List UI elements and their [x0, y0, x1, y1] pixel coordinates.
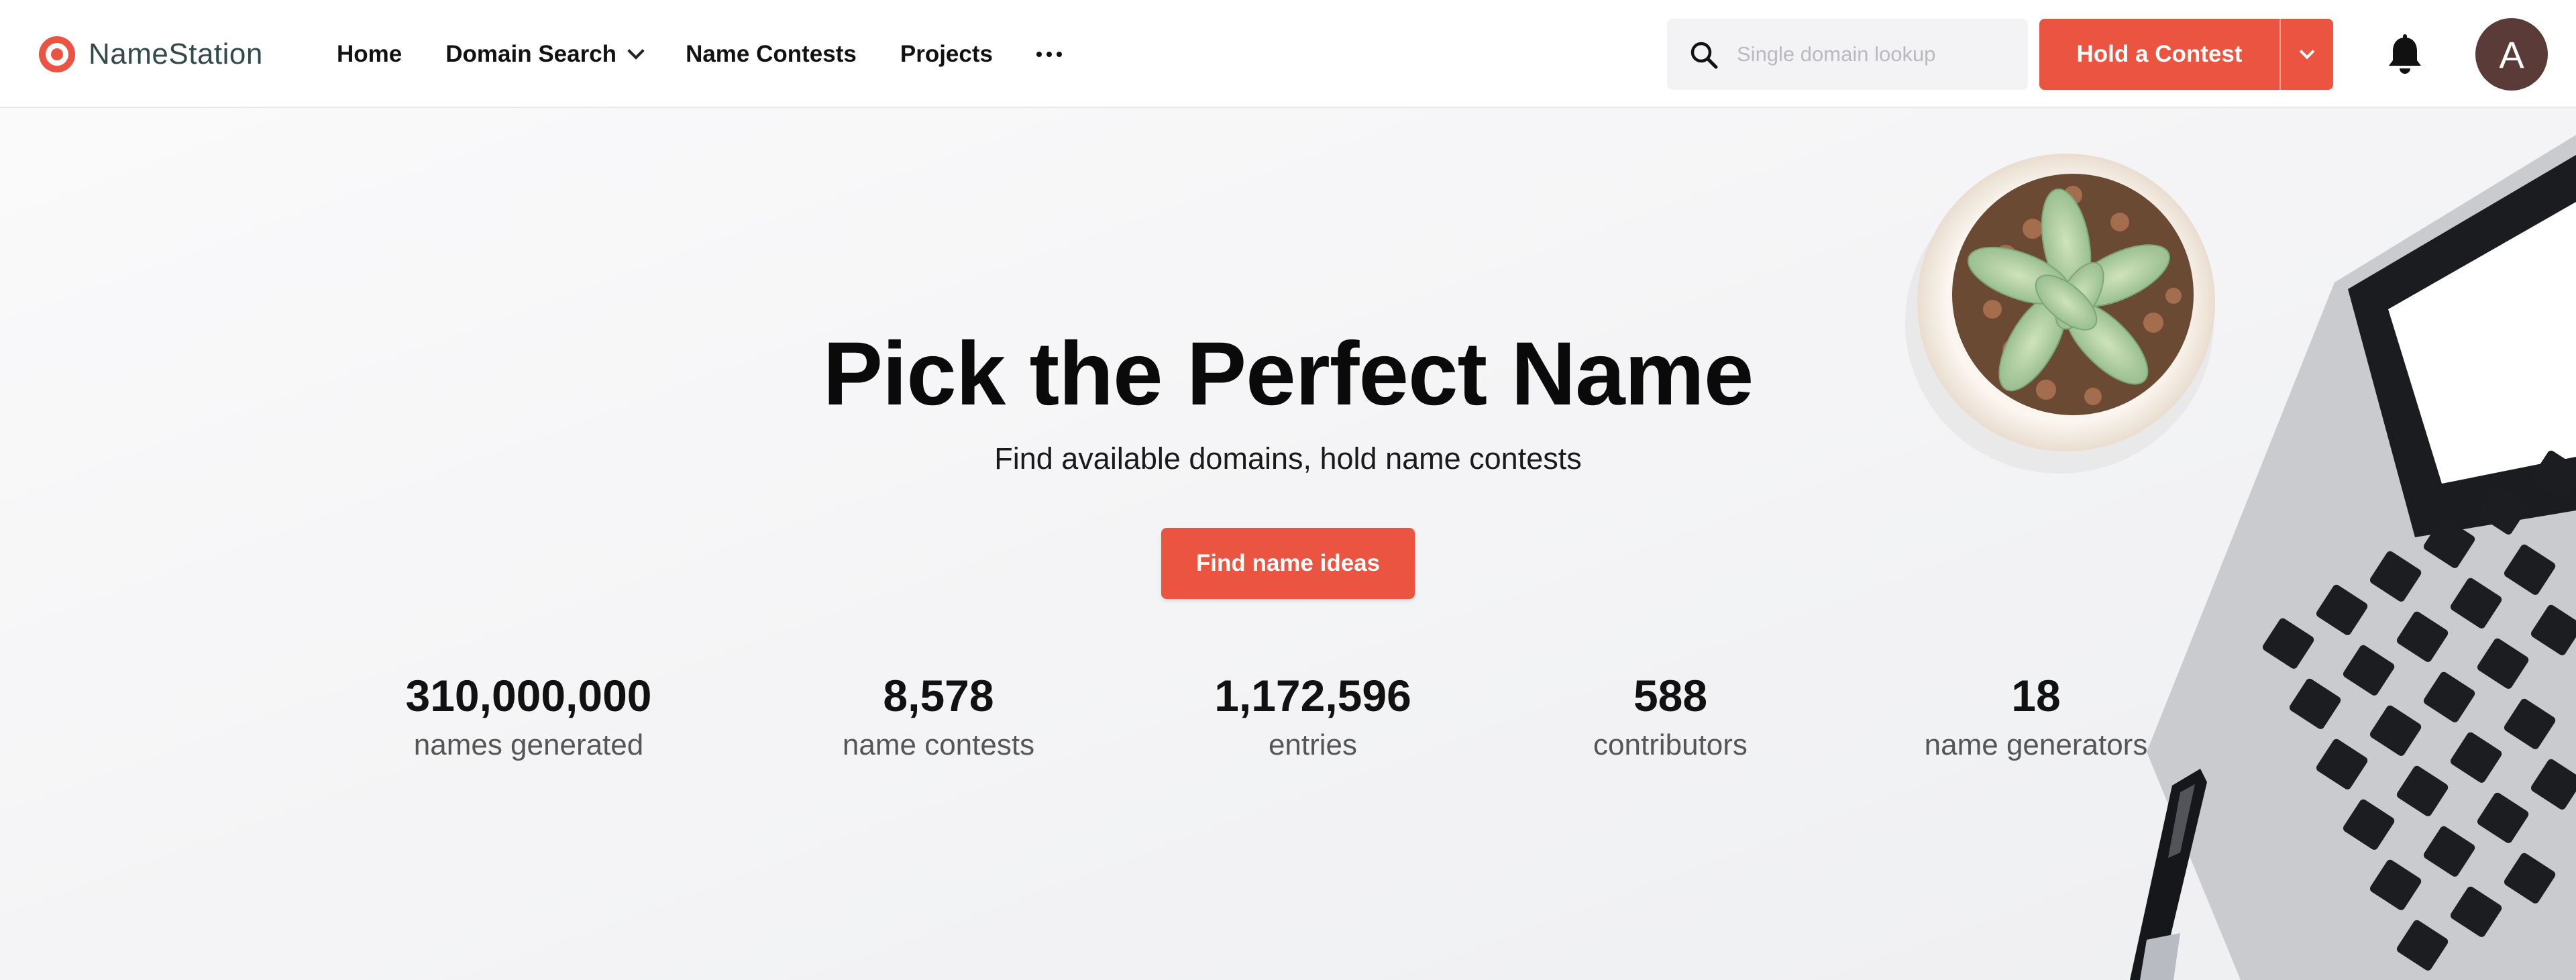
stat-name-generators: 18 name generators — [1835, 673, 2237, 762]
nav-projects-label: Projects — [900, 40, 993, 67]
nav-name-contests[interactable]: Name Contests — [686, 41, 857, 68]
stat-label: contributors — [1593, 728, 1748, 761]
logo-icon — [39, 36, 75, 72]
stat-name-contests: 8,578 name contests — [737, 673, 1140, 762]
nav-domain-search-label: Domain Search — [445, 40, 617, 67]
brand-name: NameStation — [89, 38, 263, 70]
notifications-bell-icon[interactable] — [2385, 34, 2425, 76]
contest-dropdown-button[interactable] — [2281, 19, 2333, 90]
nav-projects[interactable]: Projects — [900, 41, 993, 68]
stat-label: name contests — [842, 728, 1035, 761]
main-nav: Home Domain Search Name Contests Project… — [337, 0, 1062, 108]
domain-search-input[interactable] — [1737, 19, 2019, 90]
chevron-down-icon — [627, 42, 645, 60]
stat-label: names generated — [413, 728, 644, 761]
stat-value: 310,000,000 — [405, 671, 652, 720]
desk-photo — [1905, 135, 2576, 980]
stat-entries: 1,172,596 entries — [1112, 673, 1514, 762]
chevron-down-icon — [2299, 44, 2315, 60]
domain-search-box — [1667, 19, 2028, 90]
nav-name-contests-label: Name Contests — [686, 40, 857, 67]
stat-value: 18 — [2011, 671, 2061, 720]
hold-contest-button[interactable]: Hold a Contest — [2039, 19, 2279, 90]
stat-label: entries — [1268, 728, 1358, 761]
stat-value: 8,578 — [883, 671, 994, 720]
stat-names-generated: 310,000,000 names generated — [327, 673, 730, 762]
stat-value: 588 — [1633, 671, 1708, 720]
hero-section: Pick the Perfect Name Find available dom… — [0, 108, 2576, 980]
nav-more-button[interactable] — [1036, 41, 1062, 68]
hero-title: Pick the Perfect Name — [822, 324, 1754, 424]
more-horizontal-icon — [1036, 41, 1062, 68]
hold-contest-split-button: Hold a Contest — [2039, 19, 2333, 90]
hero-subtitle: Find available domains, hold name contes… — [994, 441, 1582, 476]
nav-domain-search[interactable]: Domain Search — [445, 40, 645, 68]
top-nav: NameStation Home Domain Search Name Cont… — [0, 0, 2576, 108]
stat-label: name generators — [1924, 728, 2148, 761]
stat-contributors: 588 contributors — [1469, 673, 1872, 762]
nav-home[interactable]: Home — [337, 41, 402, 68]
brand-logo[interactable]: NameStation — [39, 36, 263, 72]
stat-value: 1,172,596 — [1214, 671, 1411, 720]
nav-home-label: Home — [337, 40, 402, 67]
user-avatar[interactable]: A — [2475, 18, 2548, 91]
find-name-ideas-button[interactable]: Find name ideas — [1161, 528, 1415, 599]
search-icon — [1690, 42, 1718, 69]
